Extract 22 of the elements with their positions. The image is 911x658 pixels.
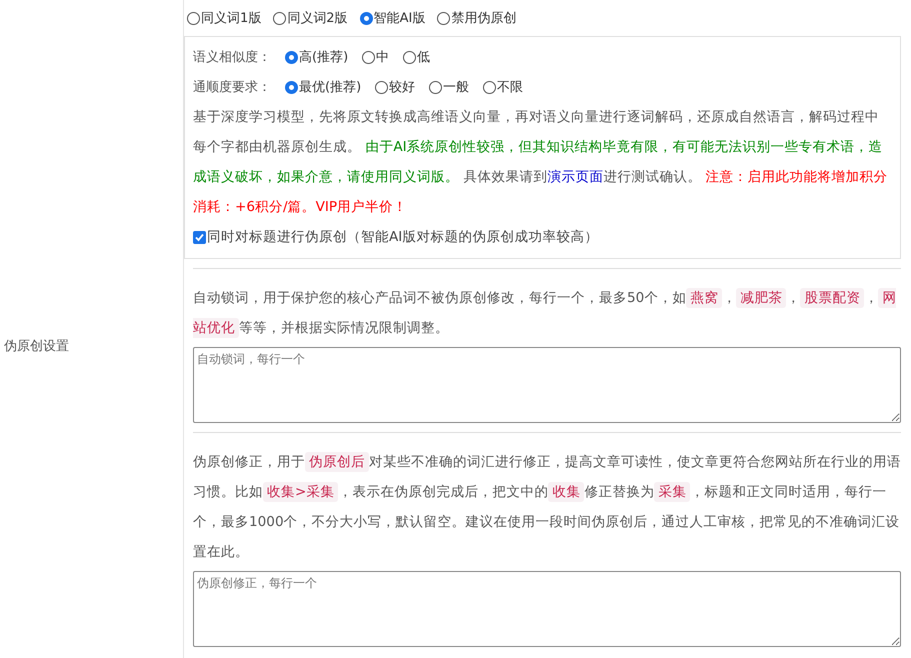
option-radio[interactable]: 低 bbox=[403, 48, 430, 66]
version-radio[interactable]: 禁用伪原创 bbox=[437, 9, 516, 27]
option-radio[interactable]: 最优(推荐) bbox=[285, 78, 362, 96]
title-checkbox[interactable]: 同时对标题进行伪原创（智能AI版对标题的伪原创成功率较高） bbox=[193, 222, 892, 252]
option-radio[interactable]: 较好 bbox=[375, 78, 416, 96]
option-radio[interactable]: 高(推荐) bbox=[285, 48, 348, 66]
version-radio[interactable]: 同义词2版 bbox=[273, 9, 348, 27]
corrections-field[interactable]: 伪原创修正，每行一个 bbox=[193, 571, 901, 647]
option-radio[interactable]: 中 bbox=[362, 48, 390, 66]
option-radio[interactable]: 一般 bbox=[429, 78, 470, 96]
version-radio[interactable]: 同义词1版 bbox=[187, 9, 262, 27]
version-radio[interactable]: 智能AI版 bbox=[360, 9, 426, 27]
demo-page-link[interactable]: 演示页面 bbox=[547, 169, 604, 185]
ai-description: 基于深度学习模型，先将原文转换成高维语义向量，再对语义向量进行逐词解码，还原成自然语言，解码过程中每个字都由机器原创生成。 由于AI系统原创性较强，但其知识结构毕竟有限，有可能无法识别一些专有术语，造成语义破坏，如果介意，请使用同义词版。 具体效果请到演示页面进行测试确认。 注意：启用此功能将增加积分消耗：+6积分/篇。VIP用户半价！ bbox=[193, 108, 889, 217]
settings-label: 伪原创设置 bbox=[4, 338, 69, 355]
lock-words-field[interactable]: 自动锁词，每行一个 bbox=[193, 347, 901, 423]
description-text: 自动锁词，用于保护您的核心产品词不被伪原创修改，每行一个，最多50个，如 燕窝 ， 减肥茶 ， 股票配资 ， 网站优化 等等，并根据实际情况限制调整。 bbox=[193, 287, 898, 340]
option-radio[interactable]: 不限 bbox=[483, 78, 524, 96]
option-label: 通顺度要求： bbox=[193, 79, 271, 96]
description-text: 伪原创修正，用于 伪原创后 对某些不准确的词汇进行修正，提高文章可读性，使文章更符合您网站所在行业的用语习惯。比如 收集>采集 ，表示在伪原创完成后，把文中的 收集 修正替换为 采集 ，标题和正文同时适用，每行一个，最多1000个，不分大小写，默认留空。建议在使用一段时间伪原创后，通过人工审核，把常见的不准确词汇设置在此。 bbox=[193, 451, 901, 562]
check-icon bbox=[195, 232, 204, 242]
option-label: 语义相似度： bbox=[193, 49, 271, 66]
